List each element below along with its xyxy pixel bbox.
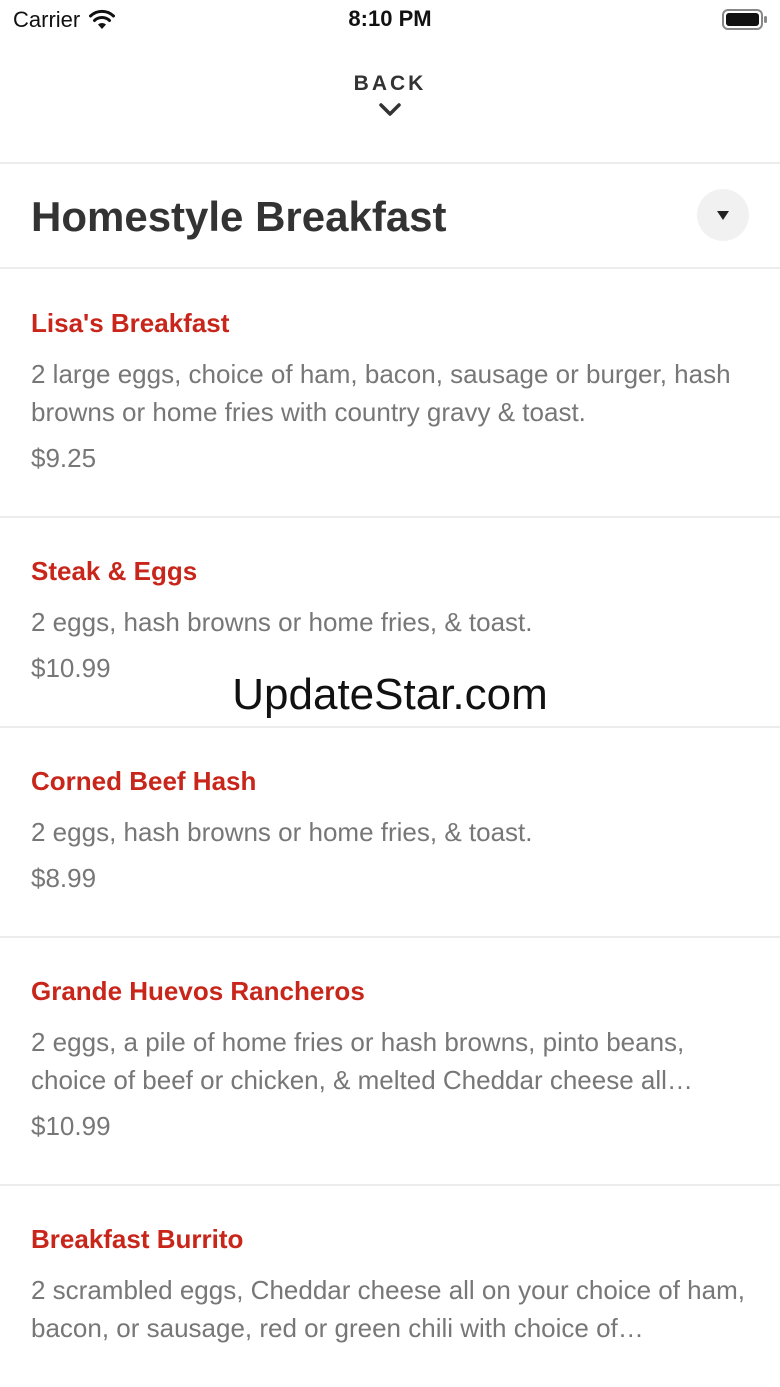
menu-item-name: Grande Huevos Rancheros — [31, 976, 365, 1006]
menu-item-name: Steak & Eggs — [31, 556, 198, 586]
menu-item[interactable]: Corned Beef Hash 2 eggs, hash browns or … — [0, 728, 780, 938]
back-label: BACK — [353, 72, 427, 95]
menu-item[interactable]: Breakfast Burrito 2 scrambled eggs, Ched… — [0, 1186, 780, 1387]
watermark-text: UpdateStar.com — [232, 670, 548, 719]
back-button[interactable]: BACK — [0, 72, 780, 138]
menu-item-name: Corned Beef Hash — [31, 766, 257, 796]
section-divider — [0, 267, 780, 269]
menu-item-description: 2 eggs, hash browns or home fries, & toa… — [31, 817, 533, 847]
menu-item-price: $10.99 — [31, 1111, 111, 1141]
menu-item-price: $8.99 — [31, 863, 97, 893]
section-header: Homestyle Breakfast — [0, 165, 780, 268]
section-title: Homestyle Breakfast — [31, 193, 447, 240]
menu-item-name: Breakfast Burrito — [31, 1224, 244, 1254]
header-divider — [0, 162, 780, 164]
menu-item-description: 2 eggs, a pile of home fries or hash bro… — [31, 1027, 693, 1095]
menu-item[interactable]: Lisa's Breakfast 2 large eggs, choice of… — [0, 270, 780, 518]
menu-item[interactable]: Grande Huevos Rancheros 2 eggs, a pile o… — [0, 938, 780, 1186]
menu-item-price: $9.25 — [31, 443, 97, 473]
battery-icon — [722, 9, 767, 30]
menu-item-description: 2 scrambled eggs, Cheddar cheese all on … — [31, 1275, 745, 1343]
status-bar: Carrier 8:10 PM — [0, 0, 780, 44]
status-time: 8:10 PM — [348, 6, 432, 31]
menu-item-description: 2 eggs, hash browns or home fries, & toa… — [31, 607, 533, 637]
caret-down-icon — [717, 211, 729, 220]
menu-item-description: 2 large eggs, choice of ham, bacon, saus… — [31, 359, 731, 427]
section-dropdown-button[interactable] — [697, 189, 749, 241]
chevron-down-icon — [379, 103, 401, 116]
menu-item-name: Lisa's Breakfast — [31, 308, 230, 338]
menu-list: Lisa's Breakfast 2 large eggs, choice of… — [0, 270, 780, 1387]
